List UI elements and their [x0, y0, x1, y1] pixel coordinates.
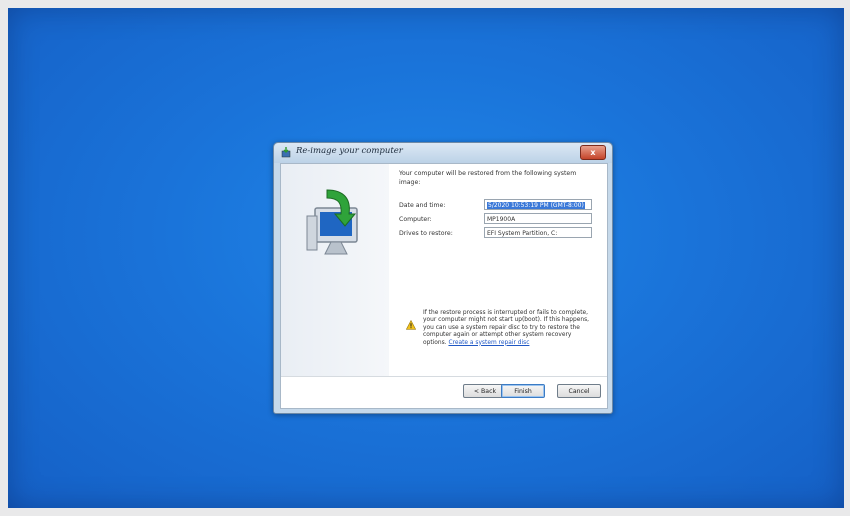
create-repair-disc-link[interactable]: Create a system repair disc [448, 340, 529, 346]
finish-button[interactable]: Finish [501, 384, 545, 398]
monitor-restore-arrow-icon [306, 189, 358, 255]
dialog-content: Your computer will be restored from the … [391, 164, 607, 376]
monitor-bezel: Re-image your computer x Your computer w… [0, 0, 850, 516]
warning-message: If the restore process is interrupted or… [423, 310, 593, 347]
cancel-button[interactable]: Cancel [557, 384, 601, 398]
intro-text: Your computer will be restored from the … [399, 170, 577, 186]
drives-label: Drives to restore: [399, 230, 453, 237]
dialog-titlebar[interactable]: Re-image your computer x [274, 143, 612, 163]
dialog-left-panel [281, 164, 389, 376]
dialog-title: Re-image your computer [296, 146, 403, 156]
dialog-client-area: Your computer will be restored from the … [280, 163, 608, 409]
button-divider [281, 376, 607, 377]
drives-field[interactable]: EFI System Partition, C: [484, 227, 592, 238]
computer-value: MP1900A [487, 216, 516, 223]
date-time-value: 5/2020 10:53:19 PM (GMT-8:00) [487, 202, 585, 209]
desktop-background: Re-image your computer x Your computer w… [8, 8, 844, 508]
date-time-label: Date and time: [399, 202, 446, 209]
close-button[interactable]: x [580, 145, 606, 160]
date-time-field[interactable]: 5/2020 10:53:19 PM (GMT-8:00) [484, 199, 592, 210]
close-icon: x [590, 148, 596, 157]
drives-value: EFI System Partition, C: [487, 230, 558, 237]
computer-field[interactable]: MP1900A [484, 213, 592, 224]
reimage-dialog: Re-image your computer x Your computer w… [273, 142, 613, 414]
computer-label: Computer: [399, 216, 432, 223]
warning-icon [406, 320, 416, 330]
restore-icon [281, 147, 291, 158]
